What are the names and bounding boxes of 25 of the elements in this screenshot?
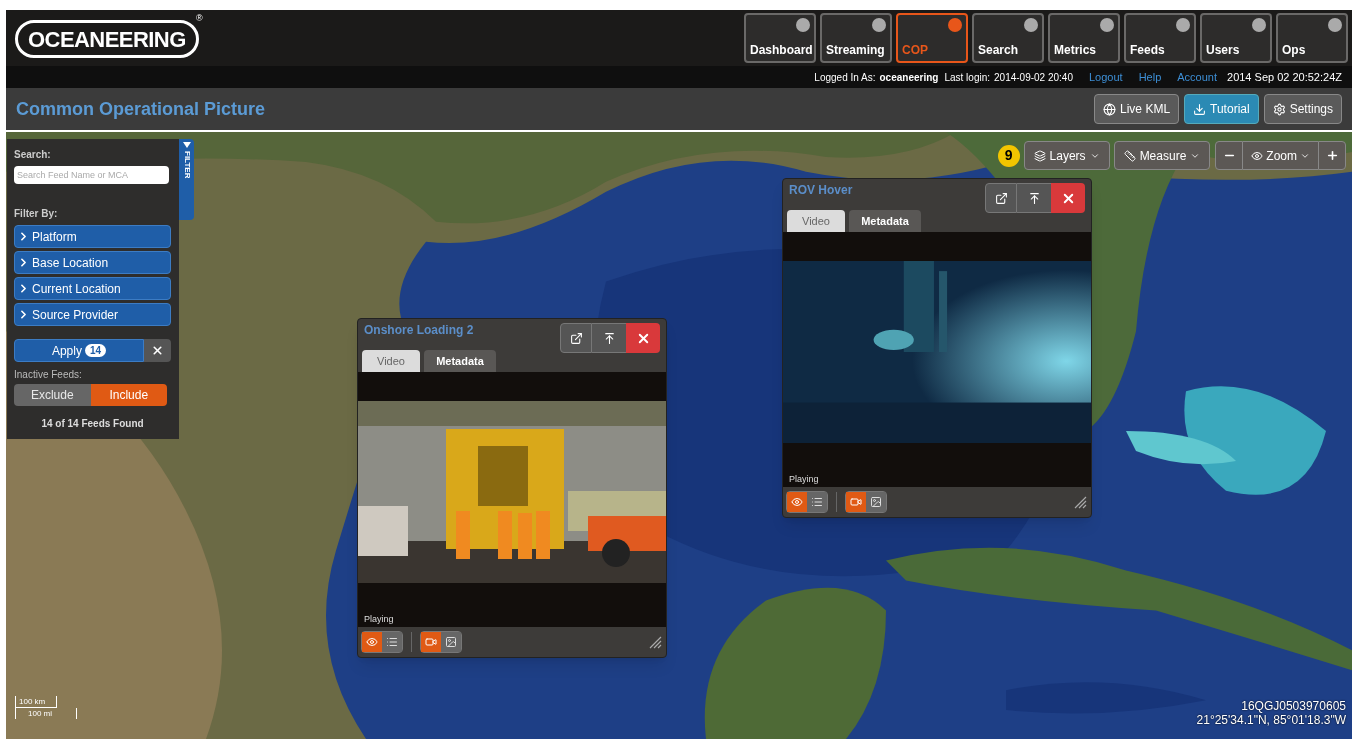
header-link[interactable]: Logout [1089, 68, 1123, 86]
globe-icon [1103, 102, 1117, 116]
last-login-label: Last login: [944, 70, 990, 85]
username: oceaneering [879, 70, 939, 85]
page-title: Common Operational Picture [16, 97, 266, 121]
settings-icon [1272, 102, 1286, 116]
toolbar-button[interactable]: Tutorial [1184, 94, 1259, 124]
header-link[interactable]: Help [1138, 68, 1162, 86]
toolbar-button[interactable]: Settings [1263, 94, 1342, 124]
nav-tab[interactable]: Feeds [1124, 13, 1196, 63]
nav-tab[interactable]: Users [1200, 13, 1272, 63]
last-login: 2014-09-02 20:40 [994, 70, 1073, 85]
logged-in-label: Logged In As: [814, 70, 876, 85]
nav-tab[interactable]: Ops [1276, 13, 1348, 63]
nav-tab[interactable]: Streaming [820, 13, 892, 63]
logo: OCEANEERING [15, 20, 199, 58]
nav-tab[interactable]: Metrics [1048, 13, 1120, 63]
registered-mark: ® [196, 12, 203, 25]
nav-tab[interactable]: Search [972, 13, 1044, 63]
nav-tab[interactable]: COP [896, 13, 968, 63]
download-icon [1193, 102, 1207, 116]
clock: 2014 Sep 02 20:52:24Z [1227, 69, 1342, 85]
toolbar-button[interactable]: Live KML [1094, 94, 1180, 124]
header-link[interactable]: Account [1177, 68, 1217, 86]
nav-tab[interactable]: Dashboard [744, 13, 816, 63]
